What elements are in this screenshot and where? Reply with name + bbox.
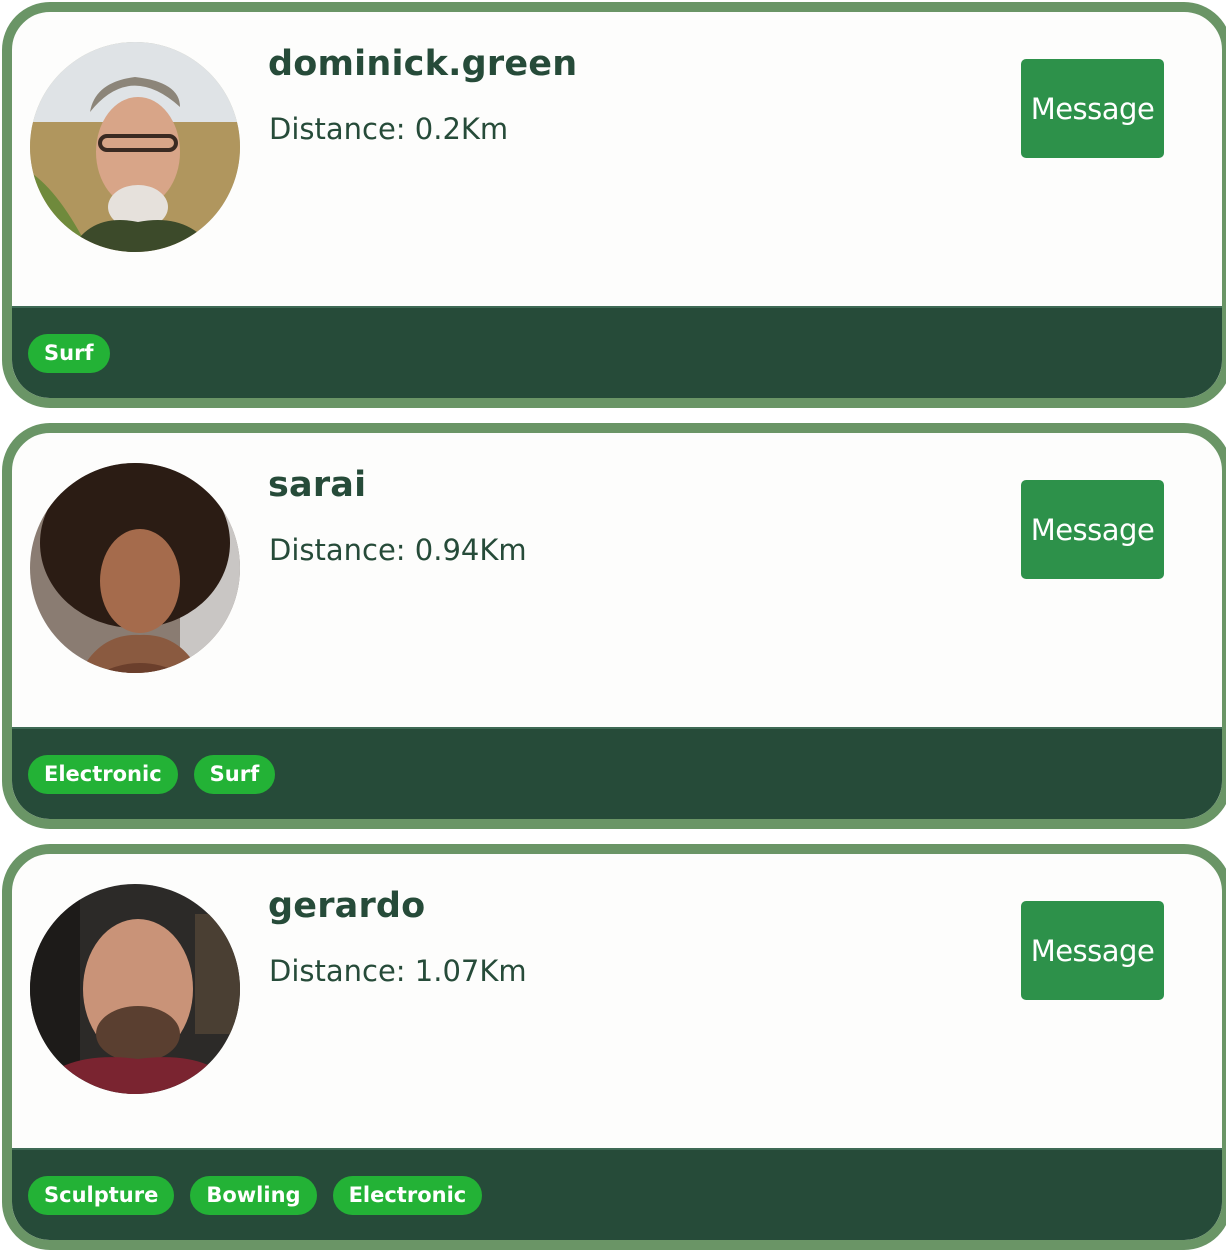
distance-value: 0.94Km (414, 533, 527, 567)
interest-tag[interactable]: Electronic (28, 755, 178, 794)
distance-value: 0.2Km (414, 112, 509, 146)
message-button[interactable]: Message (1021, 480, 1164, 579)
interest-tag[interactable]: Surf (193, 755, 276, 794)
user-avatar[interactable] (30, 463, 240, 673)
username: gerardo (268, 886, 426, 926)
user-card-header: sarai Distance: 0.94Km Message (12, 433, 1222, 727)
distance-label: Distance: (269, 954, 406, 988)
user-card: gerardo Distance: 1.07Km Message Sculptu… (2, 844, 1226, 1250)
user-card-header: gerardo Distance: 1.07Km Message (12, 854, 1222, 1148)
interest-tag[interactable]: Sculpture (28, 1176, 175, 1215)
distance-text: Distance: 0.2Km (269, 112, 508, 146)
distance-text: Distance: 1.07Km (269, 954, 527, 988)
interest-tags: Electronic Surf (28, 755, 276, 794)
distance-label: Distance: (269, 112, 406, 146)
user-card-footer: Sculpture Bowling Electronic (12, 1148, 1222, 1240)
distance-text: Distance: 0.94Km (269, 533, 527, 567)
message-button[interactable]: Message (1021, 901, 1164, 1000)
username: sarai (268, 465, 367, 505)
distance-label: Distance: (269, 533, 406, 567)
user-card: dominick.green Distance: 0.2Km Message S… (2, 2, 1226, 408)
interest-tags: Sculpture Bowling Electronic (28, 1176, 483, 1215)
distance-value: 1.07Km (414, 954, 527, 988)
interest-tag[interactable]: Electronic (332, 1176, 483, 1215)
user-avatar[interactable] (30, 42, 240, 252)
username: dominick.green (268, 44, 578, 84)
user-card-header: dominick.green Distance: 0.2Km Message (12, 12, 1222, 306)
user-avatar[interactable] (30, 884, 240, 1094)
interest-tag[interactable]: Surf (28, 334, 110, 373)
interest-tag[interactable]: Bowling (190, 1176, 317, 1215)
message-button[interactable]: Message (1021, 59, 1164, 158)
user-card-footer: Electronic Surf (12, 727, 1222, 819)
interest-tags: Surf (28, 334, 110, 373)
user-card: sarai Distance: 0.94Km Message Electroni… (2, 423, 1226, 829)
user-card-footer: Surf (12, 306, 1222, 398)
